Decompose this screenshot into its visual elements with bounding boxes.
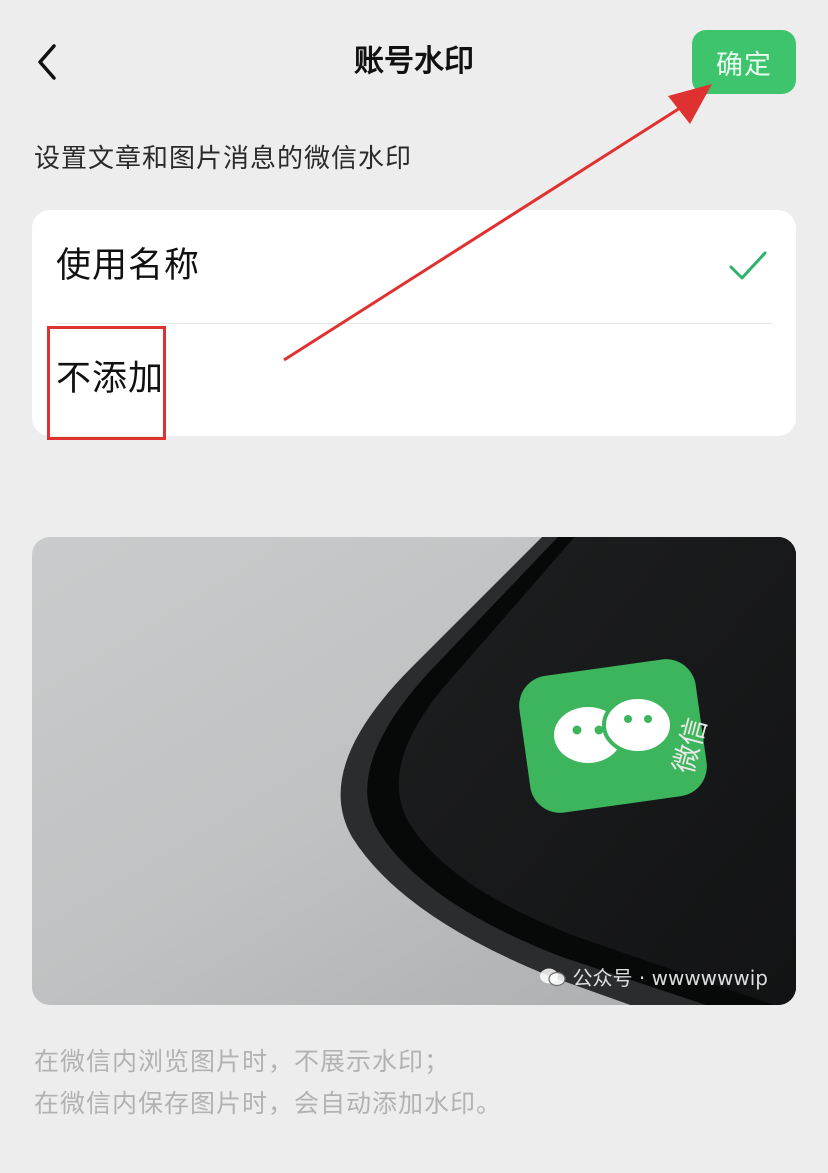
confirm-button[interactable]: 确定 <box>692 30 796 94</box>
watermark-preview-image: 微信 公众号 · wwwwwwip <box>32 537 796 1005</box>
watermark-text: 公众号 · wwwwwwip <box>539 962 768 991</box>
footnote-line-1: 在微信内浏览图片时，不展示水印； <box>34 1047 451 1076</box>
wechat-watermark-icon <box>539 968 566 986</box>
footnote-line-2: 在微信内保存图片时，会自动添加水印。 <box>34 1089 503 1118</box>
check-icon <box>728 248 768 284</box>
option-use-name[interactable]: 使用名称 <box>32 210 796 324</box>
annotation-highlight-box <box>47 326 166 440</box>
section-description: 设置文章和图片消息的微信水印 <box>34 144 413 174</box>
watermark-label: 公众号 · wwwwwwip <box>572 966 768 990</box>
option-label: 使用名称 <box>56 246 201 286</box>
